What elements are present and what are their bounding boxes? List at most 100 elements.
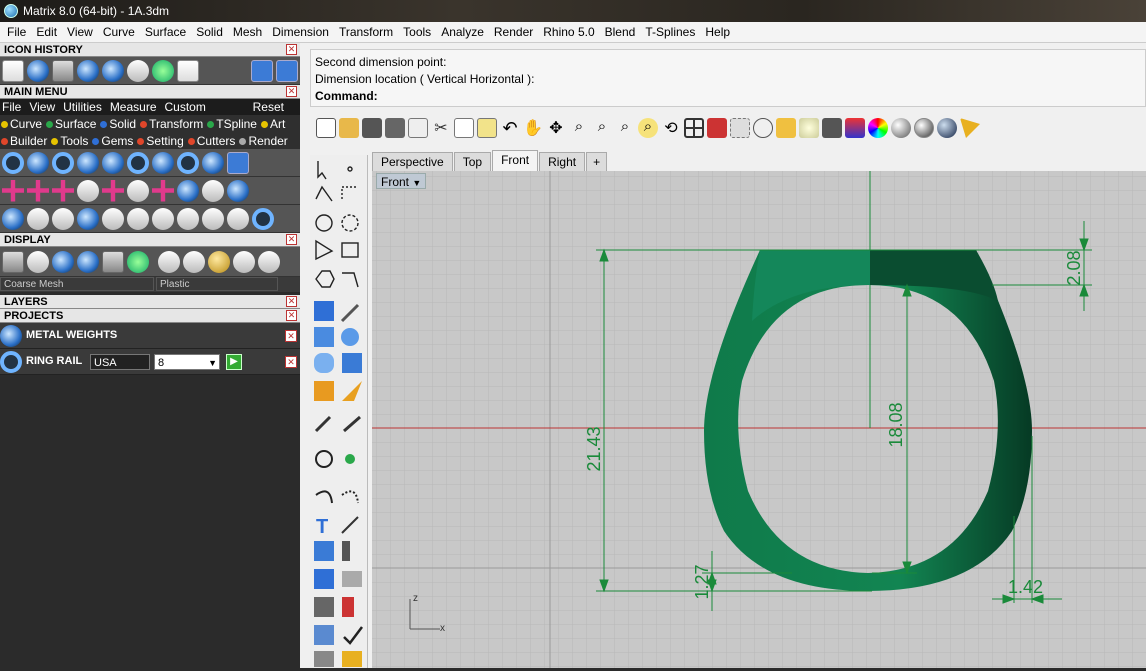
render-sphere-icon[interactable] [77,250,99,273]
layers-icon[interactable] [845,118,865,138]
bezel-icon[interactable] [127,151,149,174]
rendered-sphere-icon[interactable] [914,118,934,138]
play-icon[interactable]: ▶ [226,353,242,370]
tab-tools[interactable]: Tools [51,134,88,148]
menu-rhino5[interactable]: Rhino 5.0 [538,25,599,39]
curve-offset-icon[interactable] [52,207,74,230]
tab-transform[interactable]: Transform [140,117,203,131]
tab-surface[interactable]: Surface [46,117,96,131]
close-icon[interactable]: ✕ [285,330,297,342]
ring-icon[interactable] [2,151,24,174]
menu-mesh[interactable]: Mesh [228,25,267,39]
paste-icon[interactable] [477,118,497,138]
mm-measure[interactable]: Measure [110,100,157,114]
menu-tsplines[interactable]: T-Splines [640,25,700,39]
rotate-view-icon[interactable]: ⟲ [661,118,681,138]
save-icon[interactable] [52,59,74,82]
lock-icon[interactable] [822,118,842,138]
check-mark-icon[interactable] [177,179,199,202]
tab-cutters[interactable]: Cutters [187,134,235,148]
tab-builder[interactable]: Builder [1,134,47,148]
builder2-icon[interactable] [202,179,224,202]
gem-tool-icon[interactable] [77,59,99,82]
check-icon[interactable] [152,59,174,82]
shaded-sphere-icon[interactable] [891,118,911,138]
menu-analyze[interactable]: Analyze [436,25,489,39]
car-icon[interactable] [707,118,727,138]
cursor-icon[interactable] [960,118,980,138]
tab-art[interactable]: Art [260,117,285,131]
mm-view[interactable]: View [29,100,55,114]
menu-transform[interactable]: Transform [334,25,398,39]
pattern-icon[interactable] [152,179,174,202]
grid-icon[interactable] [127,250,149,273]
builder-icon[interactable] [127,59,149,82]
step-icon[interactable] [127,207,149,230]
spark-icon[interactable] [152,207,174,230]
save-icon[interactable] [362,118,382,138]
menu-solid[interactable]: Solid [191,25,228,39]
close-icon[interactable]: ✕ [286,234,297,245]
reset-button[interactable]: Reset [253,100,284,114]
undo-icon[interactable]: ↶ [500,118,520,138]
gem-select-icon[interactable] [227,179,249,202]
open-folder-icon[interactable] [339,118,359,138]
shield-icon[interactable] [152,151,174,174]
minus-plus-icon[interactable] [52,179,74,202]
chevron-down-icon[interactable]: ▼ [412,178,421,188]
ring-region-select[interactable]: USA [90,353,150,370]
material-sphere-4-icon[interactable] [233,250,255,273]
new-doc-icon[interactable] [2,59,24,82]
zoom-icon[interactable]: ⌕ [569,118,589,138]
material-sphere-5-icon[interactable] [258,250,280,273]
tab-front[interactable]: Front [492,150,539,171]
menu-file[interactable]: File [2,25,31,39]
import-icon[interactable] [408,118,428,138]
move-cross-icon[interactable]: ✥ [546,118,566,138]
paste-icon[interactable] [177,59,199,82]
circle-point-icon[interactable] [753,118,773,138]
zoom-window-icon[interactable]: ⌕ [592,118,612,138]
viewport-label[interactable]: Front ▼ [376,173,427,189]
four-viewports-icon[interactable] [684,118,704,138]
split-icon[interactable] [202,207,224,230]
mesh-select[interactable]: Coarse Mesh [0,277,154,291]
back-arrow-icon[interactable] [251,59,273,82]
command-prompt[interactable]: Command: [315,88,1141,105]
close-icon[interactable]: ✕ [286,296,297,307]
cut-icon[interactable]: ✂ [431,118,451,138]
menu-view[interactable]: View [62,25,98,39]
tab-top[interactable]: Top [453,152,492,171]
material-sphere-3-icon[interactable] [208,250,230,273]
person-icon[interactable] [27,250,49,273]
close-icon[interactable]: ✕ [286,44,297,55]
tab-curve[interactable]: Curve [1,117,42,131]
menu-curve[interactable]: Curve [98,25,140,39]
print-icon[interactable] [385,118,405,138]
trim-icon[interactable] [102,179,124,202]
menu-help[interactable]: Help [700,25,735,39]
halo-icon[interactable] [177,151,199,174]
shank-icon[interactable] [77,151,99,174]
cross-tool-icon[interactable] [2,179,24,202]
zoom-selected-icon[interactable]: ⌕ [638,118,658,138]
menu-edit[interactable]: Edit [31,25,62,39]
new-file-icon[interactable] [316,118,336,138]
tab-perspective[interactable]: Perspective [372,152,453,171]
pave-icon[interactable] [102,59,124,82]
close-icon[interactable]: ✕ [286,86,297,97]
add-viewport-tab[interactable]: + [586,152,608,171]
material-sphere-2-icon[interactable] [183,250,205,273]
shaded-icon[interactable] [52,250,74,273]
head-icon[interactable] [102,151,124,174]
color-wheel-icon[interactable] [868,118,888,138]
cubes-icon[interactable] [2,207,24,230]
osnap-icon[interactable] [776,118,796,138]
move-icon[interactable] [102,207,124,230]
tab-gems[interactable]: Gems [92,134,133,148]
ring-size-select[interactable]: 8 ▼ [154,353,220,370]
menu-blend[interactable]: Blend [600,25,641,39]
pan-hand-icon[interactable]: ✋ [523,118,543,138]
forward-arrow-icon[interactable] [276,59,298,82]
menu-dimension[interactable]: Dimension [267,25,334,39]
